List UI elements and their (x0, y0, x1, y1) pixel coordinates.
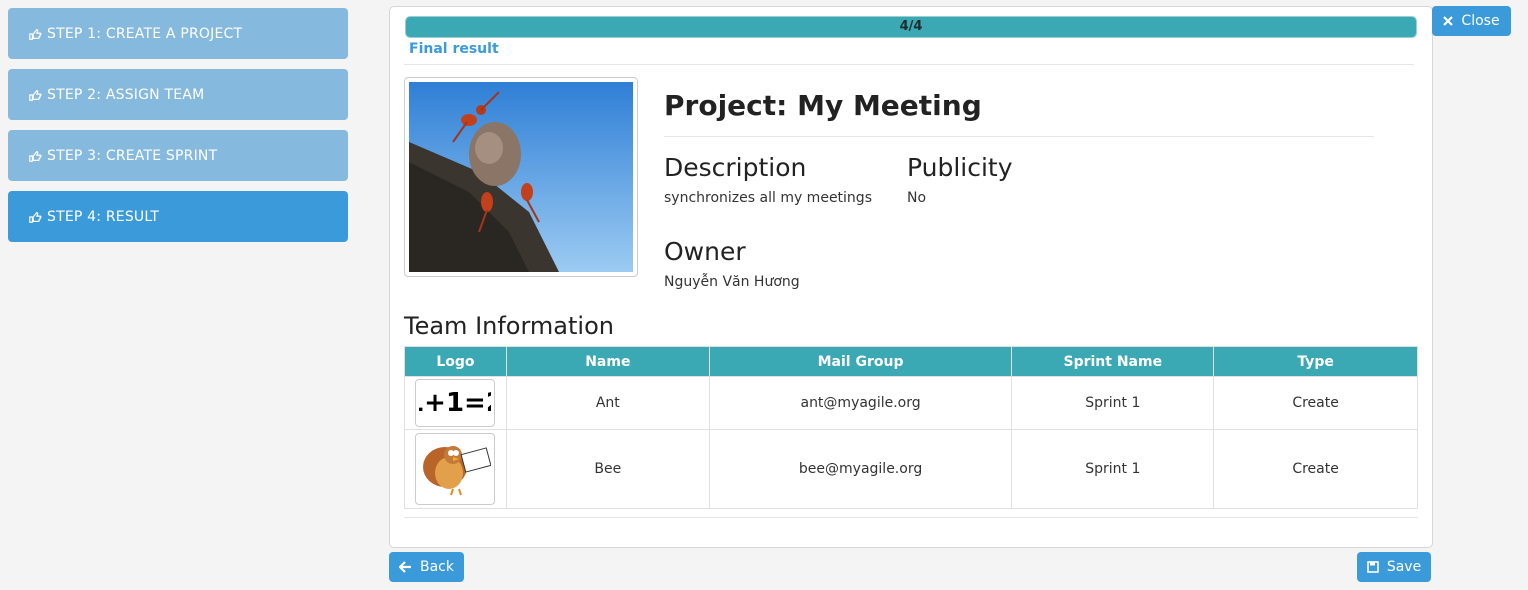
name-cell: Ant (505, 376, 710, 430)
step-label: STEP 2: ASSIGN TEAM (47, 86, 205, 103)
type-cell: Create (1213, 376, 1418, 430)
mail-cell: bee@myagile.org (708, 429, 1013, 509)
back-button[interactable]: Back (389, 552, 464, 582)
team-table: Logo Name Mail Group Sprint Name Type 1+… (404, 346, 1418, 509)
save-label: Save (1386, 559, 1422, 575)
ants-rock-image (409, 82, 633, 272)
column-header: Logo (404, 346, 507, 377)
back-label: Back (420, 559, 454, 575)
project-title: Project: My Meeting (664, 89, 982, 122)
table-header-row: Logo Name Mail Group Sprint Name Type (404, 346, 1418, 377)
turkey-logo-image (419, 437, 492, 497)
arrow-left-icon (399, 561, 411, 573)
divider (404, 517, 1418, 518)
step-2-assign-team[interactable]: STEP 2: ASSIGN TEAM (8, 69, 348, 120)
equation-logo-image: 1+1=2 (407, 383, 504, 419)
column-header: Sprint Name (1011, 346, 1215, 377)
wizard-steps: STEP 1: CREATE A PROJECT STEP 2: ASSIGN … (8, 8, 348, 252)
publicity-value: No (907, 190, 927, 206)
team-information-heading: Team Information (404, 312, 614, 340)
table-row: Bee bee@myagile.org Sprint 1 Create (404, 429, 1418, 509)
close-label: Close (1461, 13, 1500, 29)
publicity-heading: Publicity (907, 153, 1013, 182)
description-heading: Description (664, 153, 807, 182)
type-cell: Create (1213, 429, 1418, 509)
result-panel: 4/4 Final result Project: My Meeting Des… (389, 6, 1433, 548)
step-4-result[interactable]: STEP 4: RESULT (8, 191, 348, 242)
hand-pointer-icon (29, 28, 42, 40)
hand-pointer-icon (29, 150, 42, 162)
close-x-icon (1443, 16, 1454, 26)
description-value: synchronizes all my meetings (664, 190, 872, 206)
column-header: Name (505, 346, 710, 377)
divider (404, 64, 1414, 65)
logo-cell (404, 429, 507, 509)
table-row: 1+1=2 Ant ant@myagile.org Sprint 1 Creat… (404, 376, 1418, 430)
divider (664, 136, 1374, 137)
final-result-label: Final result (409, 41, 499, 57)
step-label: STEP 4: RESULT (47, 208, 160, 225)
mail-cell: ant@myagile.org (708, 376, 1013, 430)
progress-bar: 4/4 (405, 16, 1417, 38)
floppy-disk-icon (1367, 561, 1379, 573)
step-3-create-sprint[interactable]: STEP 3: CREATE SPRINT (8, 130, 348, 181)
team-logo (415, 433, 496, 505)
logo-cell: 1+1=2 (404, 376, 507, 430)
close-button[interactable]: Close (1432, 6, 1511, 36)
owner-value: Nguyễn Văn Hương (664, 274, 800, 290)
project-image (404, 77, 638, 277)
step-label: STEP 3: CREATE SPRINT (47, 147, 218, 164)
name-cell: Bee (505, 429, 710, 509)
step-1-create-project[interactable]: STEP 1: CREATE A PROJECT (8, 8, 348, 59)
logo-text: 1+1=2 (419, 388, 491, 418)
hand-pointer-icon (29, 211, 42, 223)
step-label: STEP 1: CREATE A PROJECT (47, 25, 243, 42)
sprint-cell: Sprint 1 (1011, 376, 1215, 430)
team-logo: 1+1=2 (407, 379, 504, 427)
progress-text: 4/4 (899, 19, 923, 34)
column-header: Type (1213, 346, 1418, 377)
column-header: Mail Group (708, 346, 1013, 377)
sprint-cell: Sprint 1 (1011, 429, 1215, 509)
hand-pointer-icon (29, 89, 42, 101)
owner-heading: Owner (664, 237, 746, 266)
save-button[interactable]: Save (1357, 552, 1431, 582)
